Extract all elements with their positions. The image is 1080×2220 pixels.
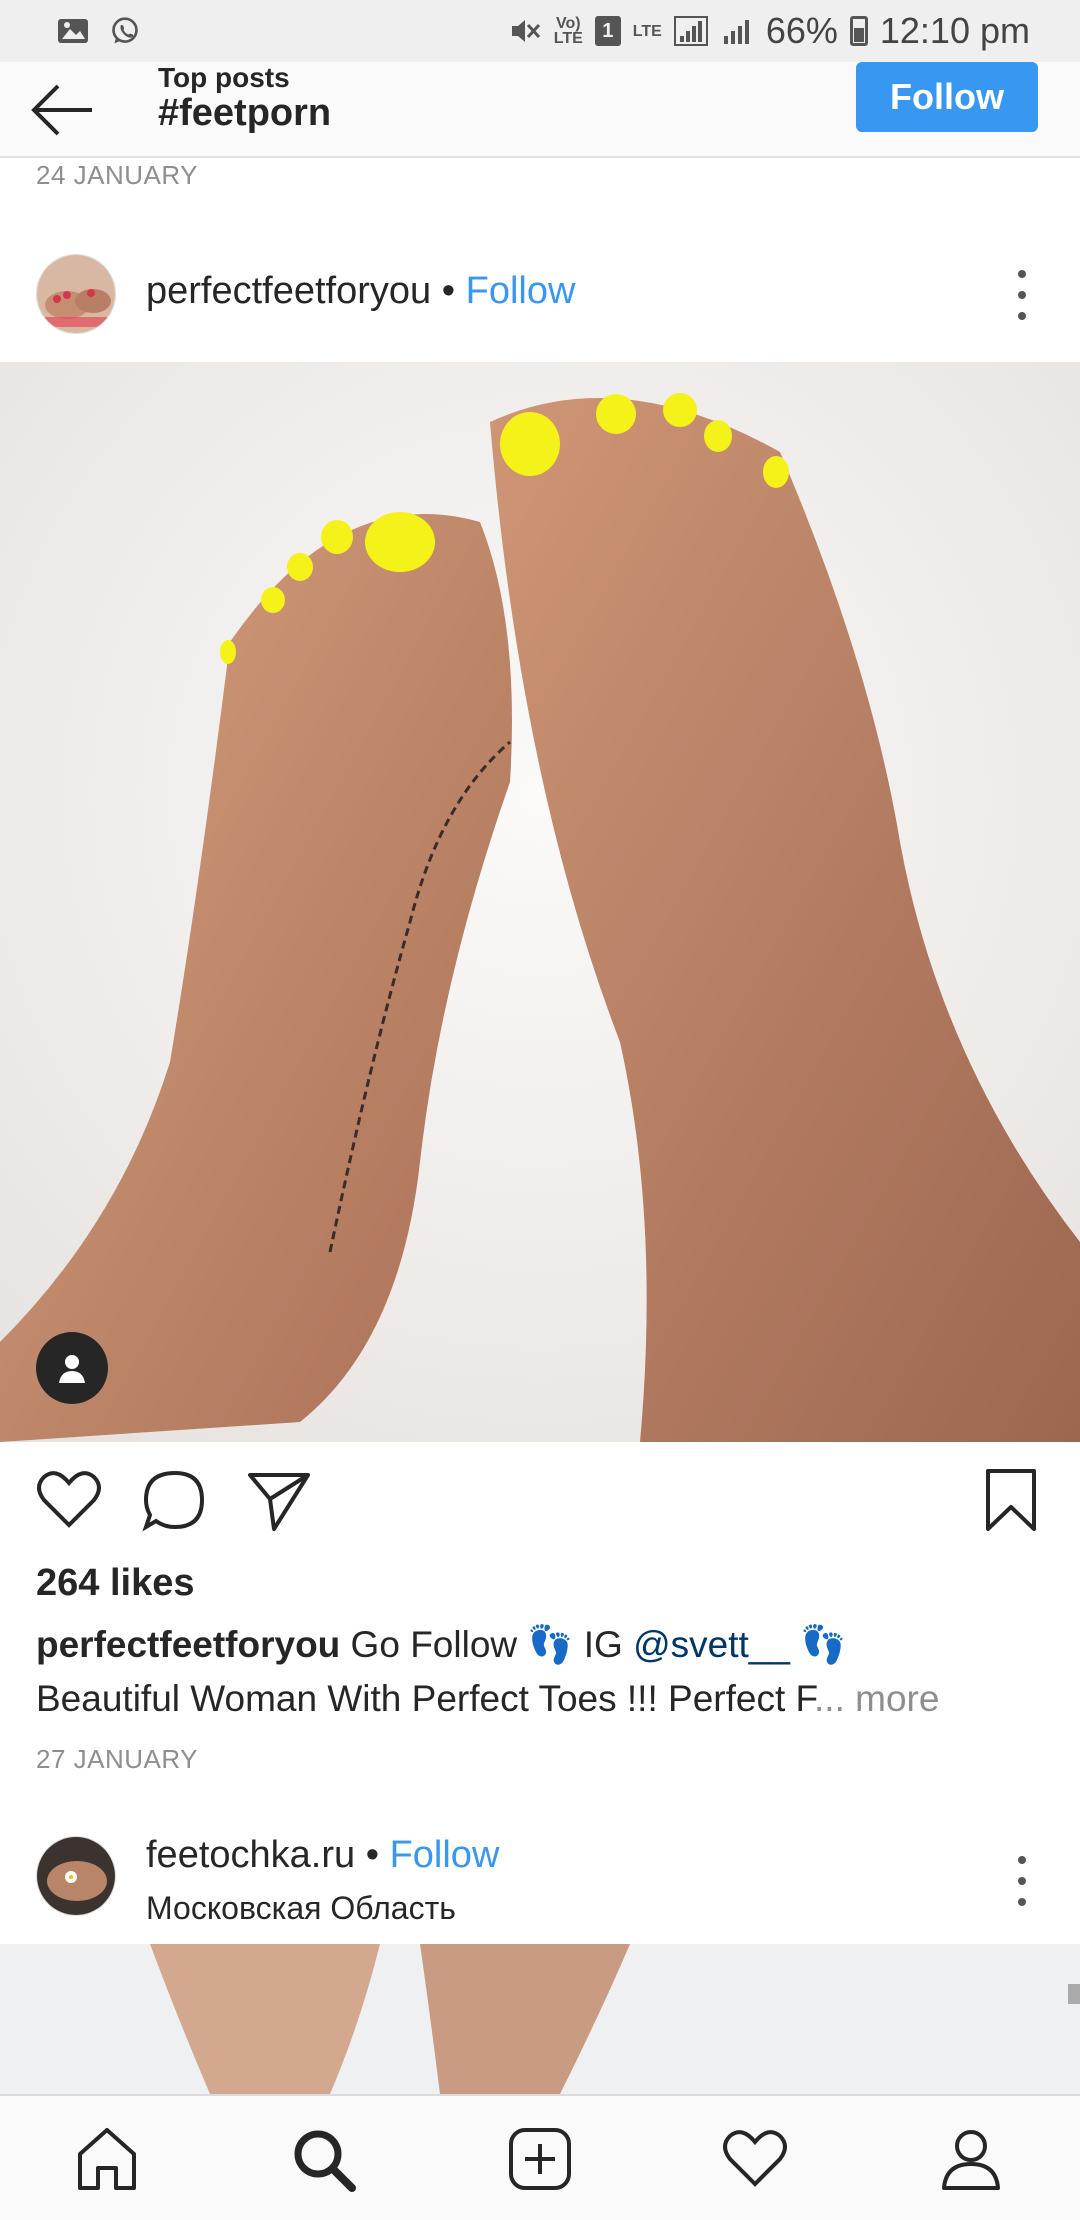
post-actions [0, 1465, 1080, 1545]
volte-indicator: Vo) LTE [553, 15, 583, 47]
avatar[interactable] [36, 1836, 116, 1916]
caption-text: Go Follow 👣 IG [340, 1624, 634, 1665]
legs-photo [0, 1944, 1080, 2094]
caption-text-end: 👣 [789, 1624, 847, 1665]
username-link[interactable]: feetochka.ru [146, 1834, 355, 1876]
caption-username[interactable]: perfectfeetforyou [36, 1624, 340, 1665]
post-image[interactable] [0, 1944, 1080, 2094]
activity-heart-icon[interactable] [720, 2124, 790, 2194]
post-username-row: perfectfeetforyou • Follow [146, 270, 575, 313]
avatar-image [37, 1837, 115, 1915]
like-count[interactable]: 264 likes [36, 1562, 194, 1605]
mute-icon [511, 20, 540, 42]
post-caption: perfectfeetforyou Go Follow 👣 IG @svett_… [36, 1618, 1046, 1726]
caption-ellipsis: ... [814, 1678, 856, 1719]
send-icon[interactable] [244, 1465, 314, 1535]
post-header: feetochka.ru • Follow Московская Область [0, 1820, 1080, 1940]
follow-user-link[interactable]: Follow [466, 270, 576, 312]
app-header: Top posts #feetporn Follow [0, 62, 1080, 158]
sim-indicator: 1 [594, 16, 621, 46]
follow-hashtag-button[interactable]: Follow [856, 62, 1038, 132]
arrow-left-icon[interactable] [28, 80, 98, 140]
more-vertical-icon[interactable] [1014, 270, 1030, 320]
caption-line-2: Beautiful Woman With Perfect Toes !!! Pe… [36, 1678, 815, 1719]
caption-mention-link[interactable]: @svett__ [633, 1624, 790, 1665]
status-left [56, 16, 142, 46]
post-username-row: feetochka.ru • Follow [146, 1834, 499, 1877]
comment-icon[interactable] [140, 1465, 210, 1535]
avatar[interactable] [36, 254, 116, 334]
search-icon[interactable] [288, 2124, 358, 2194]
more-vertical-icon[interactable] [1014, 1856, 1030, 1906]
post-date: 27 JANUARY [36, 1744, 199, 1774]
gallery-notification-icon [58, 19, 88, 43]
separator: • [441, 270, 456, 312]
signal-1-icon [673, 16, 708, 46]
header-subtitle: Top posts [158, 62, 290, 93]
profile-icon[interactable] [936, 2124, 1006, 2194]
follow-user-link[interactable]: Follow [390, 1834, 500, 1876]
page-title: #feetporn [158, 92, 332, 134]
post-date: 24 JANUARY [36, 160, 199, 190]
sim-number: 1 [602, 19, 614, 42]
person-icon [59, 1355, 85, 1383]
signal-2-icon [723, 20, 749, 44]
battery-icon [849, 16, 868, 46]
lte-indicator: LTE [632, 22, 662, 40]
status-right: Vo) LTE 1 LTE 66% 12:10 pm [508, 10, 1030, 52]
separator: • [365, 1834, 380, 1876]
user-tag-icon[interactable] [36, 1332, 108, 1404]
caption-more-link[interactable]: more [855, 1678, 939, 1719]
bottom-navigation [0, 2094, 1080, 2220]
username-link[interactable]: perfectfeetforyou [146, 270, 431, 312]
whatsapp-notification-icon [112, 17, 138, 44]
battery-percent: 66% [765, 10, 838, 51]
add-icon[interactable] [505, 2124, 575, 2194]
heart-icon[interactable] [34, 1465, 104, 1535]
feet-photo [0, 362, 1080, 1442]
home-icon[interactable] [72, 2124, 142, 2194]
avatar-image [37, 255, 115, 333]
bookmark-icon[interactable] [976, 1465, 1046, 1535]
clock: 12:10 pm [879, 10, 1030, 51]
post-header: perfectfeetforyou • Follow [0, 232, 1080, 358]
post-location[interactable]: Московская Область [146, 1890, 456, 1927]
post-image[interactable] [0, 362, 1080, 1442]
status-bar: Vo) LTE 1 LTE 66% 12:10 pm [0, 0, 1080, 62]
